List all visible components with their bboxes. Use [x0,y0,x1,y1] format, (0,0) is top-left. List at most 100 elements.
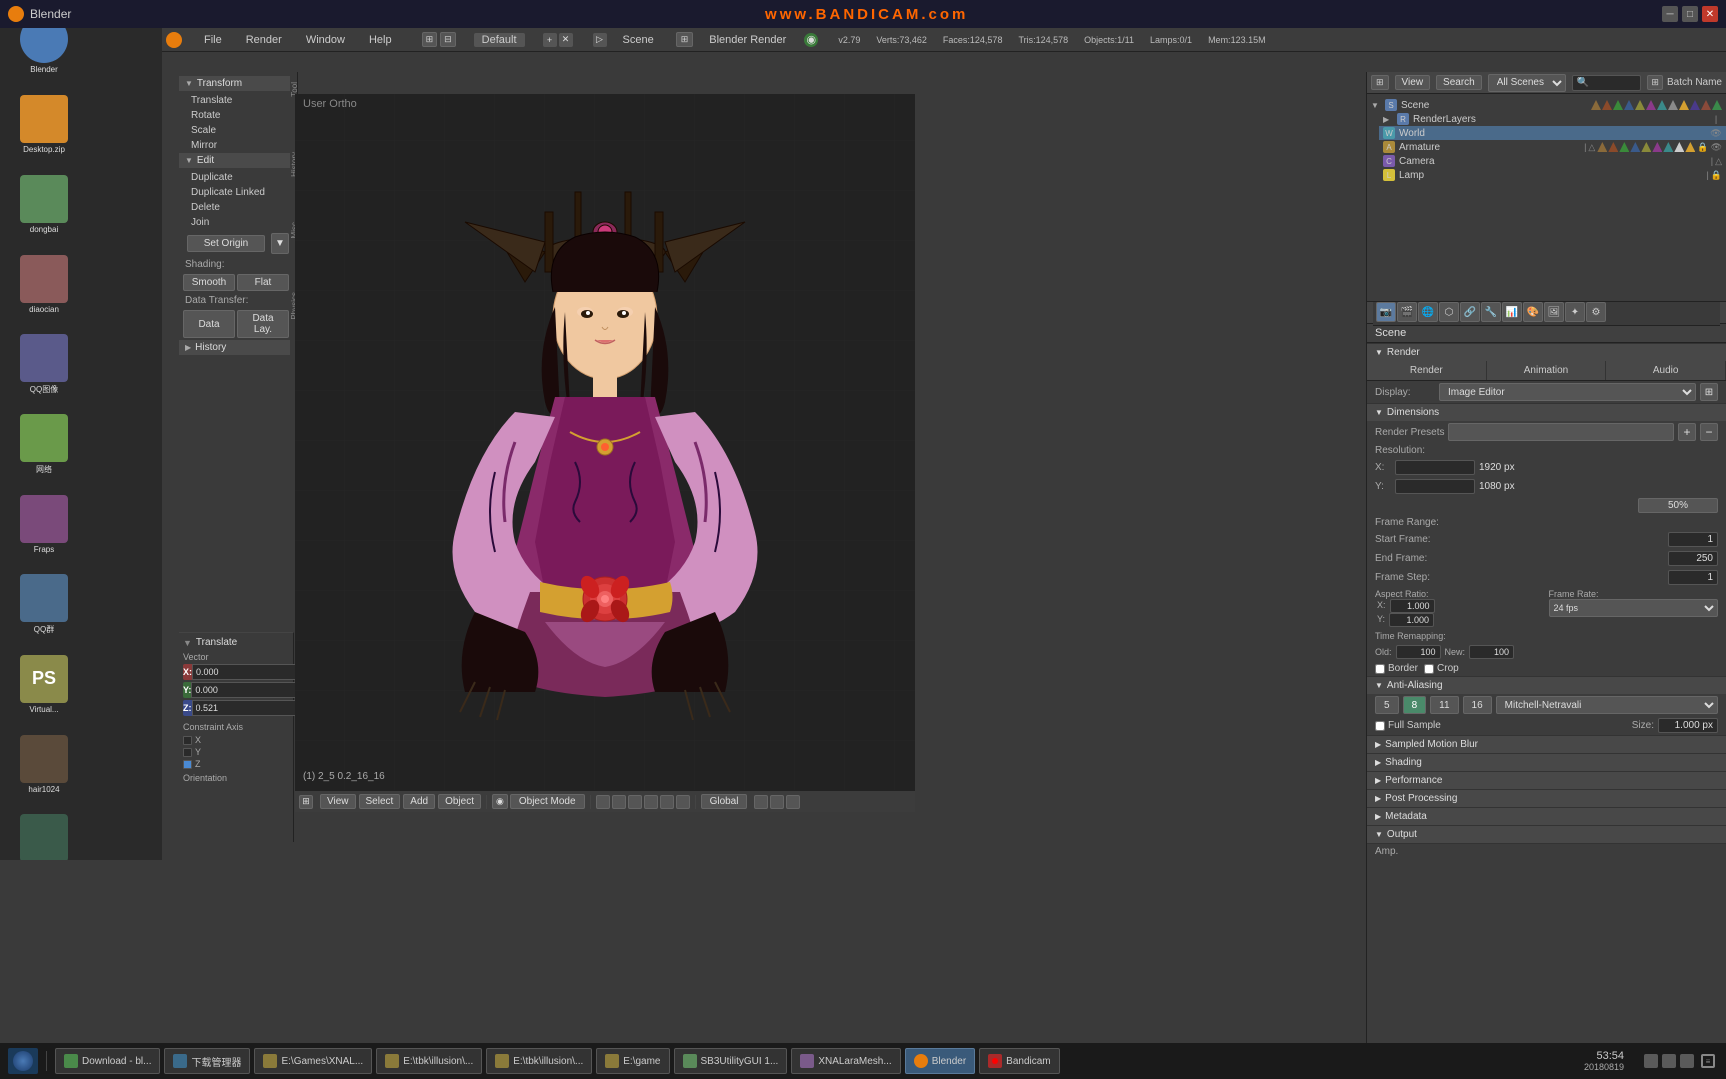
taskbar-blender[interactable]: Blender [905,1048,975,1074]
taskbar-folder3[interactable]: E:\tbk\illusion\... [486,1048,592,1074]
history-section-header[interactable]: ▶ History [179,340,293,355]
frame-step-input[interactable] [1668,570,1718,585]
outliner-settings-icon[interactable]: ⊞ [1647,75,1663,90]
pct-value[interactable]: 50% [1638,498,1718,513]
taskbar-download-mgr[interactable]: 下载管理器 [164,1048,250,1074]
all-scenes-select[interactable]: All Scenes [1488,74,1566,92]
data-btn[interactable]: Data [183,310,235,338]
performance-section[interactable]: ▶ Performance [1367,771,1726,789]
join-item[interactable]: Join [179,215,293,230]
transform-section-header[interactable]: ▼ Transform [179,76,293,91]
align-icon[interactable] [786,795,800,809]
menu-help[interactable]: Help [363,32,398,48]
output-section[interactable]: ▼ Output [1367,825,1726,843]
transform-ctrl4[interactable] [644,795,658,809]
camera-item[interactable]: C Camera | △ [1379,154,1726,168]
z-constraint-check[interactable] [183,760,192,769]
duplicate-linked-item[interactable]: Duplicate Linked [179,185,293,200]
lamp-lock[interactable]: | [1706,170,1708,181]
world-props-icon[interactable]: 🌐 [1418,302,1438,322]
add-area-icon[interactable]: + [543,33,557,47]
world-item[interactable]: W World 👁 [1379,126,1726,140]
physics-icon[interactable]: ⚙ [1586,302,1606,322]
arm-lock[interactable]: 🔒 [1697,142,1708,153]
tray-icon3[interactable] [1680,1054,1694,1068]
taskbar-game[interactable]: E:\game [596,1048,669,1074]
constraints-icon[interactable]: 🔗 [1460,302,1480,322]
texture-icon[interactable]: 🖼 [1544,302,1564,322]
cam-eye[interactable]: △ [1715,156,1722,167]
search-btn[interactable]: Search [1436,75,1482,90]
layout-icon[interactable]: ⊞ [422,32,438,47]
modifiers-icon[interactable]: 🔧 [1481,302,1501,322]
scene-tab[interactable]: Scene [623,34,654,46]
display-expand-btn[interactable]: ⊞ [1700,383,1718,401]
taskbar-folder2[interactable]: E:\tbk\illusion\... [376,1048,482,1074]
desktop-icon[interactable]: PS Virtual... [4,644,84,724]
taskbar-folder1[interactable]: E:\Games\XNAL... [254,1048,372,1074]
animation-tab[interactable]: Animation [1487,361,1607,380]
desktop-icon[interactable]: dongbai [4,164,84,244]
audio-tab[interactable]: Audio [1606,361,1726,380]
desktop-icon[interactable]: QQ截图 [4,804,84,860]
mirror-item[interactable]: Mirror [179,138,293,153]
start-button[interactable] [8,1048,38,1074]
scene-tree-item[interactable]: ▼ S Scene [1367,98,1726,112]
aspect-x-input[interactable] [1390,599,1435,613]
proportional-icon[interactable] [770,795,784,809]
cam-lock[interactable]: | [1711,156,1713,167]
view3d-icon[interactable]: ▷ [593,33,607,47]
view-btn[interactable]: View [320,794,356,809]
viewport-icon[interactable]: ⊞ [676,32,694,47]
aa-5-btn[interactable]: 5 [1375,696,1399,714]
scene-props-icon[interactable]: 🎬 [1397,302,1417,322]
default-layout-tab[interactable]: Default [474,33,525,47]
rotate-item[interactable]: Rotate [179,108,293,123]
select-btn[interactable]: Select [359,794,401,809]
scale-item[interactable]: Scale [179,123,293,138]
render-tab[interactable]: Render [1367,361,1487,380]
armature-item[interactable]: A Armature | △ 🔒 👁 [1379,140,1726,154]
taskbar-sb3[interactable]: SB3UtilityGUI 1... [674,1048,788,1074]
start-frame-input[interactable] [1668,532,1718,547]
desktop-icon[interactable]: Fraps [4,484,84,564]
renderer-tab[interactable]: Blender Render [709,34,786,46]
aa-8-btn[interactable]: 8 [1403,696,1427,714]
global-btn[interactable]: Global [701,794,748,809]
view-btn[interactable]: View [1395,75,1431,90]
translate-item[interactable]: Translate [179,93,293,108]
duplicate-item[interactable]: Duplicate [179,170,293,185]
transform-ctrl[interactable] [596,795,610,809]
transform-ctrl5[interactable] [660,795,674,809]
batch-name-btn[interactable]: Batch Name [1667,77,1722,88]
render-presets-input[interactable] [1448,423,1674,441]
notification-btn[interactable]: ≡ [1698,1051,1718,1071]
smooth-btn[interactable]: Smooth [183,274,235,291]
lamp-item[interactable]: L Lamp | 🔒 [1379,168,1726,182]
view3d-header-icon[interactable]: ⊞ [299,795,313,809]
delete-item[interactable]: Delete [179,200,293,215]
minimize-button[interactable]: ─ [1662,6,1678,22]
render-layers-item[interactable]: ▶ R RenderLayers | [1379,112,1726,126]
outliner-search-input[interactable] [1572,75,1642,91]
transform-ctrl6[interactable] [676,795,690,809]
size-input[interactable] [1658,718,1718,733]
post-processing-section[interactable]: ▶ Post Processing [1367,789,1726,807]
render-props-icon[interactable]: 📷 [1376,302,1396,322]
desktop-icon[interactable]: diaocian [4,244,84,324]
arm-eye[interactable]: 👁 [1711,142,1722,153]
full-sample-checkbox[interactable] [1375,721,1385,731]
res-x-input[interactable] [1395,460,1475,475]
taskbar-bandicam[interactable]: Bandicam [979,1048,1059,1074]
new-value-input[interactable] [1469,645,1514,659]
particles-icon[interactable]: ✦ [1565,302,1585,322]
taskbar-download[interactable]: Download - bl... [55,1048,160,1074]
presets-plus-btn[interactable]: + [1678,423,1696,441]
mode-selector[interactable]: Object Mode [510,794,585,809]
aa-filter-select[interactable]: Mitchell-Netravali [1496,696,1718,714]
display-select[interactable]: Image Editor [1439,383,1696,401]
menu-render[interactable]: Render [240,32,288,48]
transform-ctrl2[interactable] [612,795,626,809]
armature-vis2[interactable]: △ [1588,142,1595,153]
menu-file[interactable]: File [198,32,228,48]
